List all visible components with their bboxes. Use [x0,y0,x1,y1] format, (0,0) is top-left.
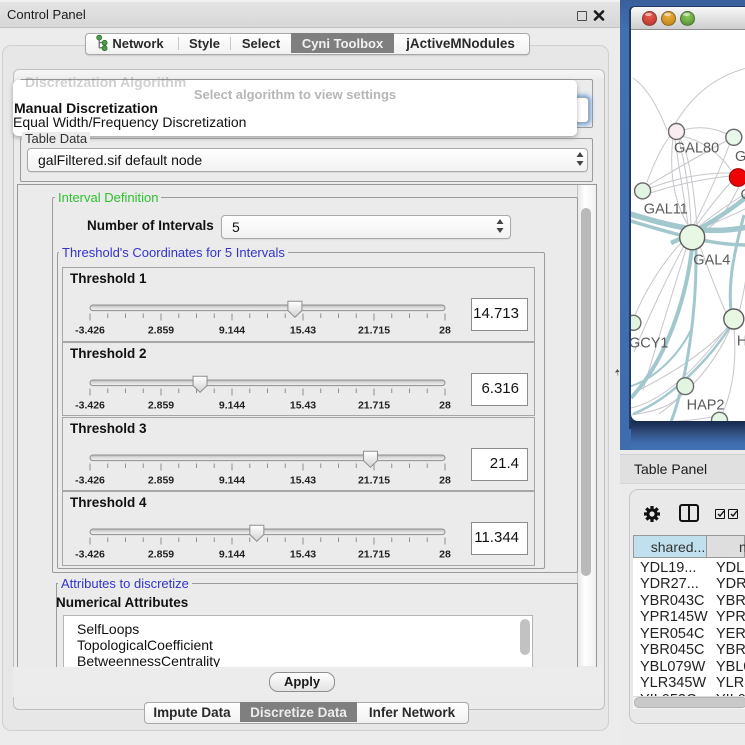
svg-text:-3.426: -3.426 [75,549,105,561]
svg-text:9.144: 9.144 [219,549,245,561]
svg-text:9.144: 9.144 [219,399,245,411]
svg-text:28: 28 [439,399,451,411]
svg-text:2.859: 2.859 [148,399,174,411]
svg-text:15.43: 15.43 [290,399,316,411]
svg-text:GCY1: GCY1 [631,336,669,352]
svg-text:C: C [741,187,745,203]
svg-text:-3.426: -3.426 [75,399,105,411]
svg-text:2.859: 2.859 [148,474,174,486]
svg-text:21.715: 21.715 [358,325,390,337]
svg-text:21.715: 21.715 [358,474,390,486]
svg-text:GAL4: GAL4 [693,253,730,269]
svg-text:GAL: GAL [735,149,745,165]
svg-text:28: 28 [439,325,451,337]
svg-text:HAP2: HAP2 [687,398,725,414]
svg-text:28: 28 [439,549,451,561]
svg-text:GAL11: GAL11 [644,202,688,218]
svg-text:15.43: 15.43 [290,325,316,337]
svg-text:-3.426: -3.426 [75,325,105,337]
svg-text:2.859: 2.859 [148,325,174,337]
svg-text:-3.426: -3.426 [75,474,105,486]
svg-text:28: 28 [439,474,451,486]
svg-text:9.144: 9.144 [219,474,245,486]
svg-text:15.43: 15.43 [290,549,316,561]
svg-text:21.715: 21.715 [358,399,390,411]
svg-text:9.144: 9.144 [219,325,245,337]
svg-text:15.43: 15.43 [290,474,316,486]
svg-text:GAL80: GAL80 [674,141,719,157]
svg-text:21.715: 21.715 [358,549,390,561]
svg-text:H: H [737,334,745,350]
svg-text:2.859: 2.859 [148,549,174,561]
